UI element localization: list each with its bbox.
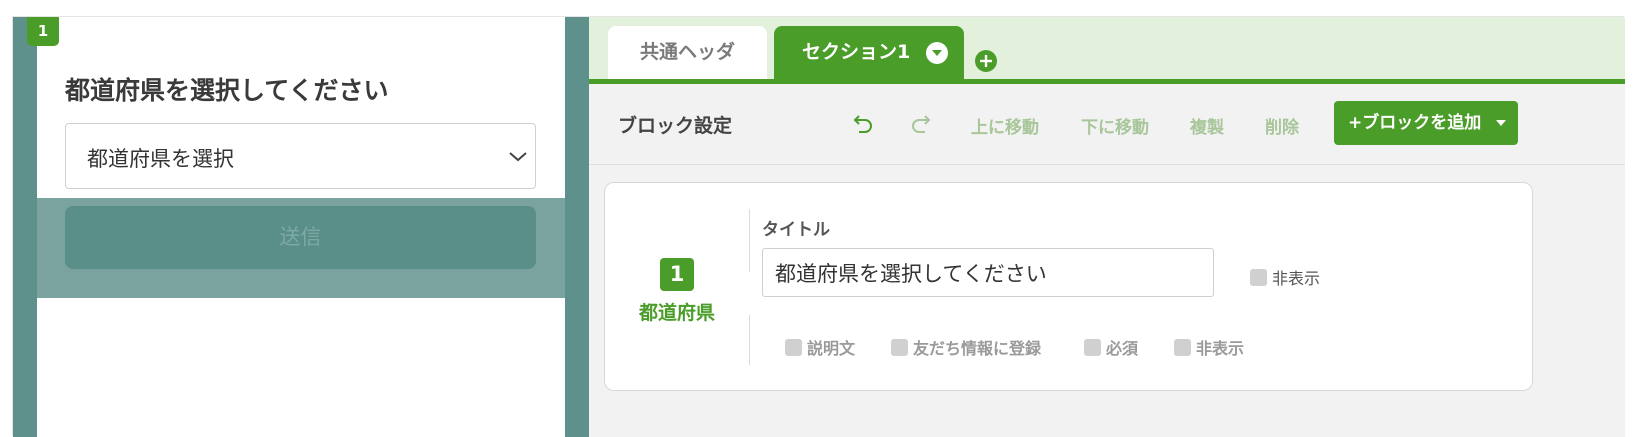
tab-section-1[interactable]: セクション1 <box>774 26 964 79</box>
move-up-button[interactable]: 上に移動 <box>971 113 1039 138</box>
duplicate-button[interactable]: 複製 <box>1190 113 1224 138</box>
toolbar-title: ブロック設定 <box>618 115 733 137</box>
redo-icon[interactable] <box>909 111 933 135</box>
card-divider <box>749 209 750 272</box>
add-block-caret-icon <box>1496 120 1506 126</box>
title-field-label: タイトル <box>762 220 830 240</box>
required-label: 必須 <box>1106 339 1139 358</box>
preview-question-title: 都道府県を選択してください <box>65 76 389 105</box>
prefecture-select[interactable]: 都道府県を選択 <box>65 123 536 189</box>
app-frame: 1 都道府県を選択してください 都道府県を選択 送信 共通ヘッダ セクション1 <box>12 16 1625 437</box>
add-block-button[interactable]: +ブロックを追加 <box>1334 101 1518 145</box>
delete-button[interactable]: 削除 <box>1265 113 1299 138</box>
block-settings-card: 1 都道府県 タイトル 非表示 説明文 友だち情報に登録 必須 非表示 <box>604 182 1533 391</box>
preview-pane: 1 都道府県を選択してください 都道府県を選択 送信 <box>13 17 589 437</box>
register-friend-info-label: 友だち情報に登録 <box>913 339 1042 358</box>
checkbox-icon <box>1174 339 1191 356</box>
block-number-badge: 1 <box>660 258 694 291</box>
add-section-icon[interactable] <box>975 50 997 72</box>
tab-common-header[interactable]: 共通ヘッダ <box>608 26 767 79</box>
section-tab-bar: 共通ヘッダ セクション1 <box>589 17 1625 79</box>
hide-block-label: 非表示 <box>1196 339 1245 358</box>
register-friend-info-checkbox[interactable]: 友だち情報に登録 <box>891 335 1041 359</box>
checkbox-icon <box>785 339 802 356</box>
title-input[interactable] <box>762 248 1214 297</box>
preview-block-number-badge: 1 <box>27 17 59 46</box>
checkbox-icon <box>891 339 908 356</box>
hide-title-label: 非表示 <box>1272 269 1321 288</box>
required-checkbox[interactable]: 必須 <box>1084 335 1138 359</box>
block-type-label: 都道府県 <box>638 302 715 324</box>
checkbox-icon <box>1250 269 1267 286</box>
chevron-down-icon <box>509 152 527 162</box>
move-down-button[interactable]: 下に移動 <box>1081 113 1149 138</box>
submit-button[interactable]: 送信 <box>65 206 536 269</box>
checkbox-icon <box>1084 339 1101 356</box>
add-block-label: +ブロックを追加 <box>1348 113 1482 133</box>
hide-block-checkbox[interactable]: 非表示 <box>1174 335 1244 359</box>
block-toolbar: ブロック設定 上に移動 下に移動 複製 削除 +ブロックを追加 <box>589 84 1625 165</box>
hide-title-checkbox[interactable]: 非表示 <box>1250 265 1320 289</box>
description-checkbox[interactable]: 説明文 <box>785 335 855 359</box>
editor-pane: 共通ヘッダ セクション1 ブロック設定 上に移動 下に移動 複製 削除 +ブロッ… <box>589 17 1625 437</box>
undo-icon[interactable] <box>851 111 875 135</box>
card-divider <box>749 315 750 365</box>
prefecture-select-value: 都道府県を選択 <box>87 147 234 171</box>
tab-section-1-label: セクション1 <box>802 41 911 63</box>
description-label: 説明文 <box>807 339 856 358</box>
tab-menu-caret-icon[interactable] <box>926 42 948 64</box>
